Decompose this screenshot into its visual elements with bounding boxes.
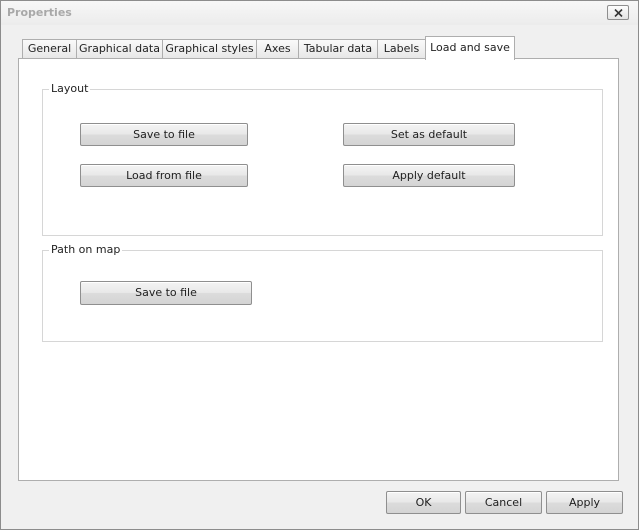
ok-button[interactable]: OK [386, 491, 461, 514]
window-title: Properties [7, 6, 72, 19]
layout-load-from-file-button[interactable]: Load from file [80, 164, 248, 187]
path-save-to-file-button[interactable]: Save to file [80, 281, 252, 305]
tab-labels[interactable]: Labels [377, 39, 426, 59]
layout-group: Layout Save to file Load from file Set a… [42, 82, 603, 236]
tab-label: Graphical styles [165, 42, 254, 55]
set-as-default-button[interactable]: Set as default [343, 123, 515, 146]
tab-label: Graphical data [79, 42, 160, 55]
apply-button[interactable]: Apply [546, 491, 623, 514]
tab-label: Tabular data [303, 42, 373, 55]
close-button[interactable] [607, 5, 629, 20]
button-label: OK [415, 496, 432, 509]
tab-panel-load-and-save: Layout Save to file Load from file Set a… [18, 58, 619, 481]
tab-graphical-styles[interactable]: Graphical styles [162, 39, 257, 59]
path-on-map-group: Path on map Save to file [42, 243, 603, 342]
button-label: Set as default [390, 128, 468, 141]
layout-group-title: Layout [49, 82, 91, 95]
cancel-button[interactable]: Cancel [465, 491, 542, 514]
tab-label: Axes [264, 42, 291, 55]
tab-graphical-data[interactable]: Graphical data [76, 39, 163, 59]
button-label: Apply default [392, 169, 466, 182]
button-label: Apply [568, 496, 601, 509]
apply-default-button[interactable]: Apply default [343, 164, 515, 187]
path-on-map-group-title: Path on map [49, 243, 123, 256]
tab-axes[interactable]: Axes [256, 39, 299, 59]
title-bar: Properties [1, 1, 638, 25]
properties-window: Properties General Graphical data Graphi… [0, 0, 639, 530]
tab-general[interactable]: General [22, 39, 77, 59]
layout-save-to-file-button[interactable]: Save to file [80, 123, 248, 146]
button-label: Cancel [484, 496, 523, 509]
close-icon [614, 9, 623, 17]
button-label: Save to file [133, 128, 195, 141]
tab-label: Labels [383, 42, 420, 55]
tab-load-and-save[interactable]: Load and save [425, 36, 515, 60]
tab-tabular-data[interactable]: Tabular data [298, 39, 378, 59]
tab-label: Load and save [430, 41, 510, 54]
button-label: Save to file [135, 286, 197, 299]
button-label: Load from file [126, 169, 202, 182]
tab-label: General [27, 42, 72, 55]
